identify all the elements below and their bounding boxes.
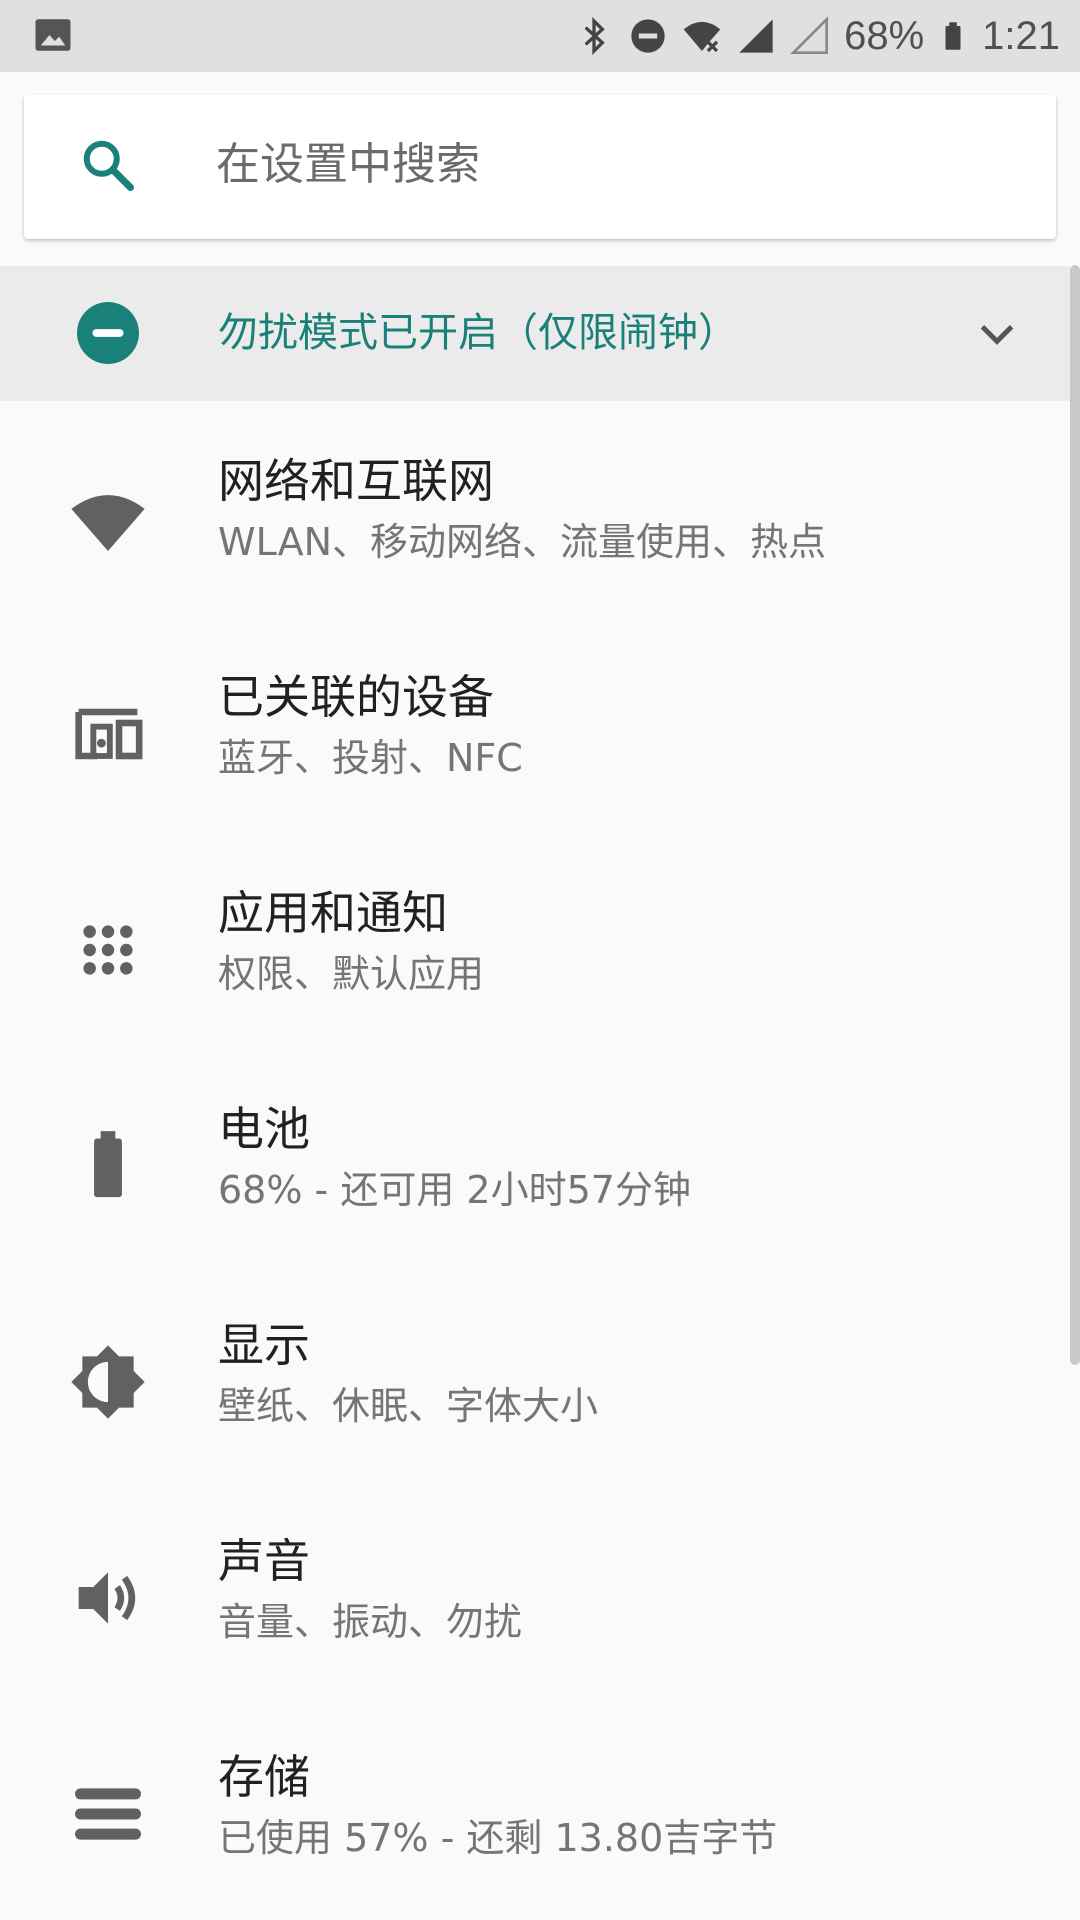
chevron-down-icon[interactable] [972,302,1022,364]
settings-item-subtitle: 蓝牙、投射、NFC [218,736,523,780]
apps-grid-icon [83,925,133,975]
settings-item-subtitle: 68% - 还可用 2小时57分钟 [218,1168,691,1212]
settings-item-apps[interactable]: 应用和通知 权限、默认应用 [0,836,1070,1052]
do-not-disturb-icon [77,302,139,364]
settings-item-sound[interactable]: 声音 音量、振动、勿扰 [0,1484,1070,1700]
do-not-disturb-banner[interactable]: 勿扰模式已开启（仅限闹钟） [0,266,1070,401]
clock: 1:21 [982,14,1060,58]
brightness-icon [71,1345,145,1419]
do-not-disturb-icon [631,19,665,53]
search-placeholder: 在设置中搜索 [216,139,480,190]
settings-item-title: 已关联的设备 [218,670,494,724]
settings-item-subtitle: 音量、振动、勿扰 [218,1600,523,1644]
settings-item-title: 网络和互联网 [218,454,494,508]
storage-icon [75,1788,141,1840]
settings-item-subtitle: WLAN、移动网络、流量使用、热点 [218,520,827,564]
settings-item-subtitle: 壁纸、休眠、字体大小 [218,1384,599,1428]
settings-item-connected-devices[interactable]: 已关联的设备 蓝牙、投射、NFC [0,620,1070,836]
settings-item-network[interactable]: 网络和互联网 WLAN、移动网络、流量使用、热点 [0,404,1070,620]
settings-item-title: 显示 [218,1318,310,1372]
settings-item-title: 声音 [218,1534,310,1588]
wifi-icon [683,21,721,53]
scrollbar[interactable] [1070,265,1080,1365]
settings-item-title: 应用和通知 [218,886,448,940]
settings-item-storage[interactable]: 存储 已使用 57% - 还剩 13.80吉字节 [0,1700,1070,1916]
battery-percent: 68% [844,14,925,58]
settings-search-bar[interactable]: 在设置中搜索 [24,95,1056,239]
wifi-icon [71,495,145,551]
settings-list: 网络和互联网 WLAN、移动网络、流量使用、热点 已关联的设备 蓝牙、投射、NF… [0,404,1070,1916]
settings-item-title: 存储 [218,1750,310,1804]
devices-icon [75,708,143,760]
image-icon [35,19,71,51]
status-bar: 68% 1:21 [0,0,1080,72]
battery-icon [94,1131,122,1198]
signal-empty-icon [790,16,829,54]
settings-item-subtitle: 已使用 57% - 还剩 13.80吉字节 [218,1816,778,1860]
search-icon [83,140,134,191]
settings-item-display[interactable]: 显示 壁纸、休眠、字体大小 [0,1268,1070,1484]
settings-item-subtitle: 权限、默认应用 [218,952,485,996]
settings-item-battery[interactable]: 电池 68% - 还可用 2小时57分钟 [0,1052,1070,1268]
do-not-disturb-text: 勿扰模式已开启（仅限闹钟） [218,310,738,356]
battery-icon [945,22,961,50]
volume-icon [78,1572,136,1624]
bluetooth-icon [584,16,605,56]
settings-item-title: 电池 [218,1102,310,1156]
signal-icon [739,19,773,53]
